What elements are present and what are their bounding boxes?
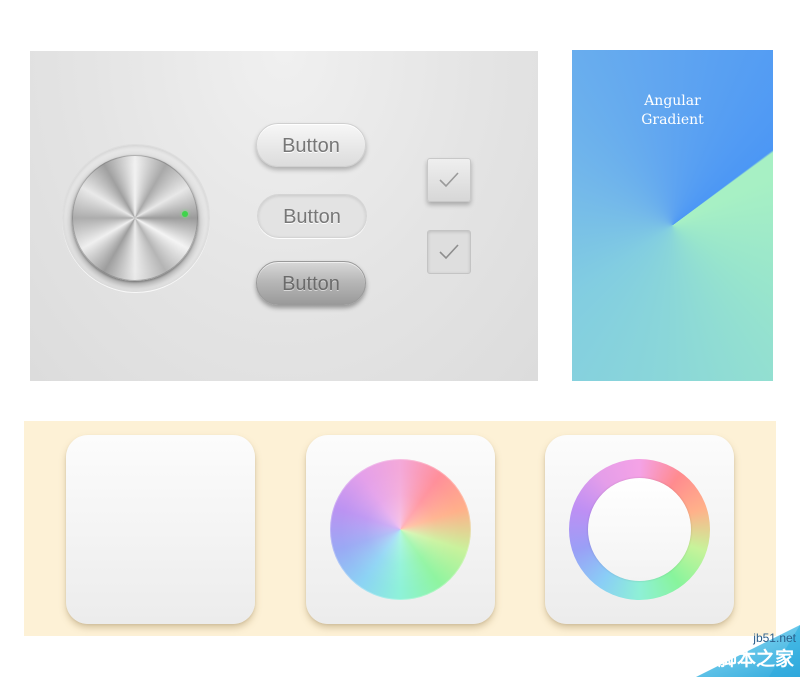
flat-checkbox[interactable] — [427, 230, 471, 274]
ring-center — [588, 478, 691, 581]
raised-button[interactable]: Button — [256, 123, 366, 167]
raised-checkbox[interactable] — [427, 158, 471, 202]
checkmark-icon — [439, 244, 459, 260]
color-ring-icon — [569, 459, 710, 600]
gradient-title-line2: Gradient — [641, 112, 704, 128]
checkmark-icon — [439, 172, 459, 188]
gradient-title: Angular Gradient — [572, 92, 773, 130]
watermark-brand: 脚本之家 — [717, 648, 794, 670]
color-wheel-tile[interactable] — [306, 435, 495, 624]
blank-tile[interactable] — [66, 435, 255, 624]
gradient-title-line1: Angular — [644, 93, 701, 109]
flat-button[interactable]: Button — [257, 194, 367, 238]
knob-indicator-icon — [182, 211, 188, 217]
angular-gradient-card: Angular Gradient — [572, 50, 773, 381]
color-wheel-disc-icon — [330, 459, 471, 600]
volume-knob[interactable] — [72, 155, 198, 281]
watermark-site: jb51.net — [753, 631, 796, 645]
controls-panel: Button Button Button — [30, 51, 538, 381]
color-ring-tile[interactable] — [545, 435, 734, 624]
dark-button[interactable]: Button — [256, 261, 366, 305]
